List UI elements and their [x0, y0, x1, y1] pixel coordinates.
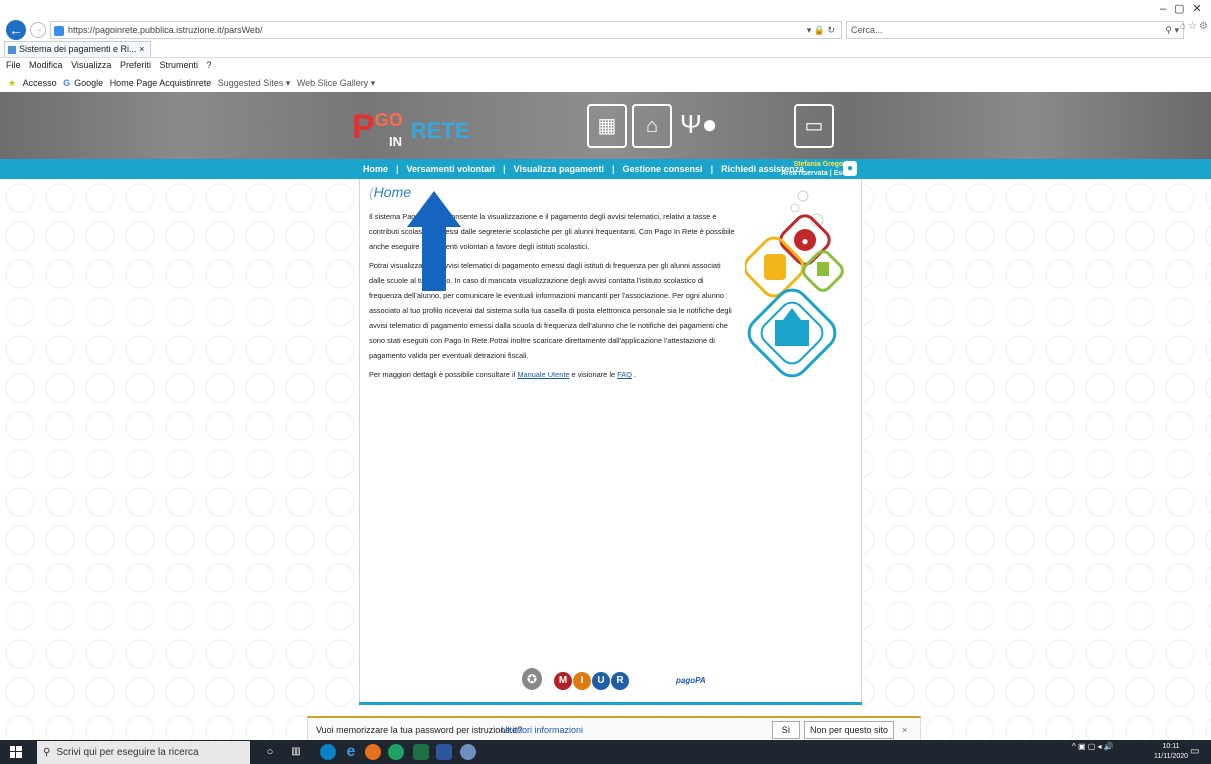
- bus-icon: ▦: [587, 104, 627, 148]
- manuale-utente-link[interactable]: Manuale Utente: [517, 370, 569, 379]
- excel-icon[interactable]: [413, 744, 429, 760]
- forward-button[interactable]: →: [30, 22, 46, 38]
- fav-suggested[interactable]: Suggested Sites ▾: [218, 78, 291, 88]
- password-question: Vuoi memorizzare la tua password per ist…: [316, 725, 523, 735]
- miur-logo-r: R: [611, 672, 629, 690]
- panel-footer-line: [359, 702, 862, 705]
- menu-help[interactable]: ?: [207, 60, 212, 70]
- search-placeholder: Cerca...: [851, 25, 883, 35]
- close-icon[interactable]: ×: [902, 718, 907, 742]
- fav-google[interactable]: Google: [74, 78, 103, 88]
- school-icon: ⌂: [632, 104, 672, 148]
- system-tray-icons[interactable]: ^ ▣ ▢ ◂ 🔊: [1072, 742, 1114, 751]
- search-icon: ⚲: [43, 747, 51, 758]
- logo-go: GO: [374, 110, 403, 130]
- links-text-1: Per maggiori dettagli è possibile consul…: [369, 370, 518, 379]
- taskbar-clock[interactable]: 10:11 11/11/2020: [1150, 742, 1192, 762]
- tab-strip: [0, 40, 1211, 58]
- fav-accesso[interactable]: Accesso: [23, 78, 57, 88]
- page-title: Home: [369, 184, 411, 200]
- nav-visualizza-pagamenti[interactable]: Visualizza pagamenti: [506, 159, 612, 179]
- miur-logo-i: I: [573, 672, 591, 690]
- internet-explorer-icon[interactable]: e: [343, 744, 359, 760]
- nav-gestione-consensi[interactable]: Gestione consensi: [615, 159, 711, 179]
- school-services-illustration: ●: [745, 190, 844, 378]
- menu-visualizza[interactable]: Visualizza: [71, 60, 111, 70]
- user-info: Stefania Gregori Area riservata | Esci: [774, 159, 848, 180]
- google-icon: G: [63, 78, 71, 88]
- site-icon: [54, 25, 64, 36]
- browser-search-input[interactable]: Cerca... ⚲ ▾: [846, 21, 1184, 39]
- tab-title: Sistema dei pagamenti e Ri...: [19, 44, 137, 54]
- favorites-star-icon[interactable]: ★: [8, 78, 16, 88]
- user-name: Stefania Gregori: [793, 161, 848, 168]
- windows-start-icon[interactable]: [10, 746, 22, 758]
- chrome-icon[interactable]: [388, 744, 404, 760]
- lock-refresh-icon[interactable]: ▾ 🔒 ↻: [807, 22, 835, 38]
- cutlery-icon: Ψ●: [680, 109, 718, 139]
- cortana-icon[interactable]: ○: [262, 744, 278, 760]
- clock-time: 10:11: [1162, 743, 1180, 750]
- tab-favicon-icon: [8, 45, 16, 54]
- url-text: https://pagoinrete.pubblica.istruzione.i…: [68, 25, 263, 35]
- menu-file[interactable]: File: [6, 60, 21, 70]
- museum-icon: ▭: [794, 104, 834, 148]
- taskbar-search-input[interactable]: ⚲ Scrivi qui per eseguire la ricerca: [37, 741, 250, 764]
- url-field[interactable]: https://pagoinrete.pubblica.istruzione.i…: [50, 21, 842, 39]
- menu-preferiti[interactable]: Preferiti: [120, 60, 151, 70]
- main-nav: Home | Versamenti volontari | Visualizza pag…: [0, 159, 1211, 179]
- favorites-bar: ★ Accesso G Google Home Page Acquistinret…: [0, 74, 1211, 93]
- fav-webslice[interactable]: Web Slice Gallery ▾: [297, 78, 375, 88]
- task-view-icon[interactable]: ▥: [288, 744, 304, 760]
- word-icon[interactable]: [436, 744, 452, 760]
- italian-emblem-icon: ✪: [522, 668, 542, 690]
- notifications-icon[interactable]: ▭: [1190, 746, 1199, 757]
- edge-icon[interactable]: [320, 744, 336, 760]
- not-for-this-site-button[interactable]: Non per questo sito: [804, 721, 894, 739]
- links-paragraph: Per maggiori dettagli è possibile consul…: [369, 367, 737, 382]
- pagopa-logo: pagoPA: [676, 676, 706, 685]
- toolbar-icons[interactable]: ⌂☆⚙: [1180, 21, 1210, 32]
- logo-rete: RETE: [410, 118, 470, 143]
- app-icon[interactable]: [460, 744, 476, 760]
- menu-strumenti[interactable]: Strumenti: [159, 60, 198, 70]
- back-button[interactable]: ←: [6, 20, 26, 40]
- logo-p: P: [352, 108, 375, 146]
- taskbar-search-placeholder: Scrivi qui per eseguire la ricerca: [56, 747, 199, 758]
- logo-in: IN: [389, 134, 402, 149]
- miur-logo-u: U: [592, 672, 610, 690]
- svg-text:●: ●: [801, 234, 808, 248]
- nav-versamenti-volontari[interactable]: Versamenti volontari: [399, 159, 504, 179]
- password-save-bar: Vuoi memorizzare la tua password per ist…: [307, 716, 921, 743]
- blue-arrow-annotation: [407, 191, 461, 291]
- links-text-3: .: [631, 370, 637, 379]
- browser-tab[interactable]: Sistema dei pagamenti e Ri... ×: [4, 41, 151, 57]
- nav-home[interactable]: Home: [355, 159, 396, 179]
- user-avatar-icon[interactable]: ●: [843, 161, 857, 176]
- menu-modifica[interactable]: Modifica: [29, 60, 63, 70]
- more-info-link[interactable]: Ulteriori informazioni: [501, 718, 583, 742]
- miur-logo-m: M: [554, 672, 572, 690]
- user-area-links[interactable]: Area riservata | Esci: [774, 169, 848, 178]
- faq-link[interactable]: FAQ: [617, 370, 632, 379]
- fav-acquistinrete[interactable]: Home Page Acquistinrete: [110, 78, 212, 88]
- links-text-2: e visionare le: [569, 370, 618, 379]
- clock-date: 11/11/2020: [1154, 753, 1188, 760]
- yes-button[interactable]: Sì: [772, 721, 800, 739]
- search-icon[interactable]: ⚲ ▾: [1165, 22, 1179, 38]
- pagoinrete-logo[interactable]: PGO IN RETE: [352, 108, 470, 149]
- firefox-icon[interactable]: [365, 744, 381, 760]
- window-controls[interactable]: –▢✕: [1160, 2, 1210, 16]
- menu-bar: File Modifica Visualizza Preferiti Strum…: [0, 57, 1211, 74]
